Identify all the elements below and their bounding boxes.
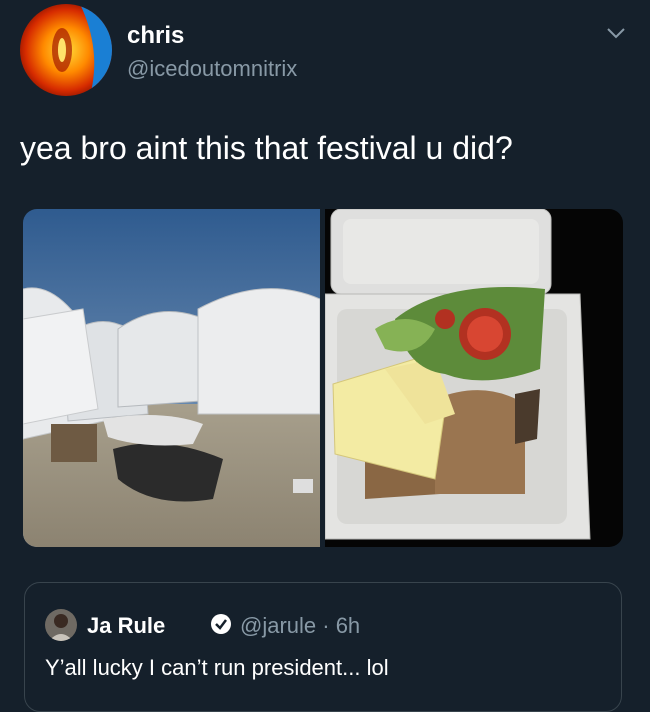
- author-avatar[interactable]: [20, 4, 112, 96]
- tweet-media[interactable]: [23, 209, 623, 547]
- festival-tents-photo[interactable]: [23, 209, 321, 547]
- quoted-handle-time[interactable]: @jarule · 6h: [240, 613, 360, 639]
- tweet-text: yea bro aint this that festival u did?: [20, 130, 513, 166]
- verified-badge-icon: [210, 613, 232, 635]
- quoted-tweet-text: Y’all lucky I can’t run president... lol: [45, 655, 389, 680]
- quoted-author-name[interactable]: Ja Rule: [87, 613, 165, 639]
- cheese-sandwich-box-photo[interactable]: [324, 209, 623, 547]
- author-name[interactable]: chris: [127, 22, 184, 50]
- author-handle[interactable]: @icedoutomnitrix: [127, 56, 297, 82]
- chevron-down-icon[interactable]: [606, 26, 626, 45]
- quoted-tweet[interactable]: Ja Rule @jarule · 6h Y’all lucky I can’t…: [24, 582, 622, 712]
- quoted-avatar[interactable]: [45, 609, 77, 641]
